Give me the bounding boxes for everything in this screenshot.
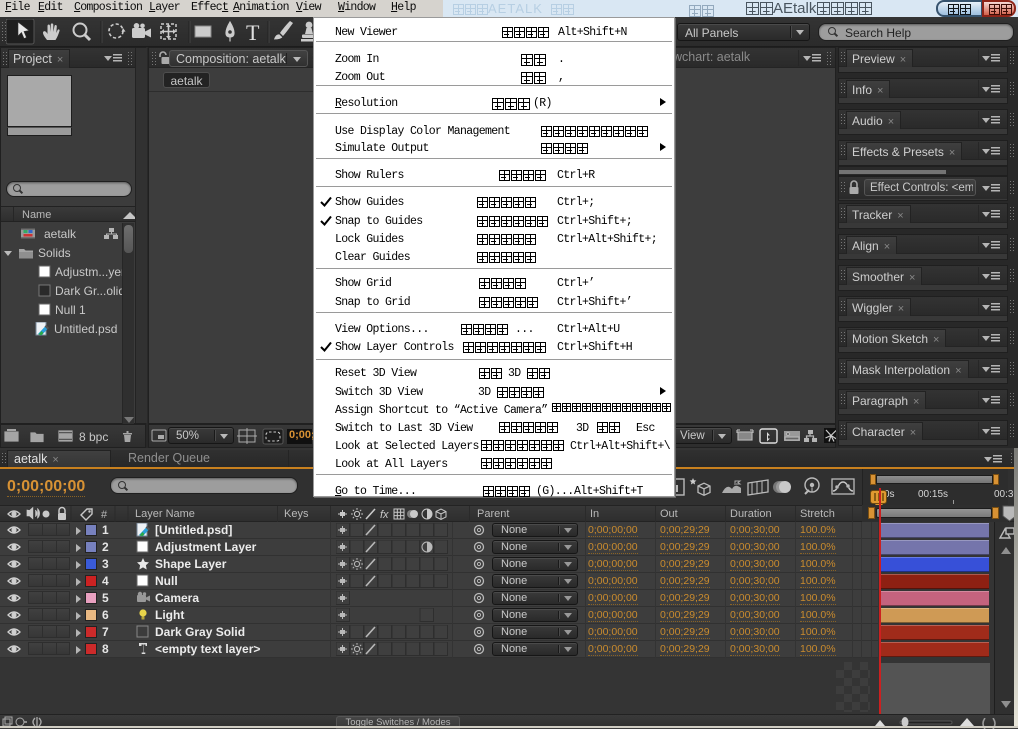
svg-text:T: T	[246, 20, 260, 45]
svg-text:#: #	[101, 509, 108, 521]
svg-text:8 bpc: 8 bpc	[79, 430, 108, 444]
svg-text:fx: fx	[380, 509, 389, 521]
